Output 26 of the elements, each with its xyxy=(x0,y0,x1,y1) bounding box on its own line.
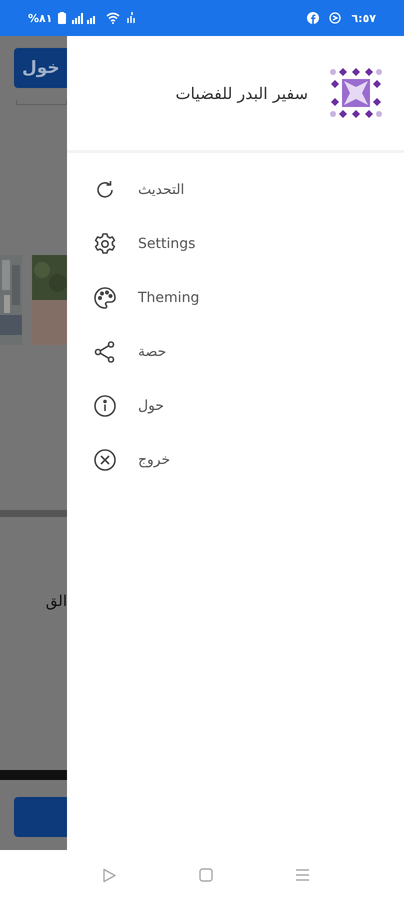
store-name: سفير البدر للفضيات xyxy=(175,84,308,102)
menu-item[interactable]: Theming xyxy=(67,271,404,325)
battery-percent: %٨١ xyxy=(28,12,52,24)
info-icon xyxy=(93,394,117,418)
menu-item[interactable]: حصة xyxy=(67,325,404,379)
back-icon[interactable] xyxy=(102,868,117,882)
menu-item[interactable]: التحديث xyxy=(67,163,404,217)
settings-icon xyxy=(93,232,117,256)
menu-item[interactable]: Settings xyxy=(67,217,404,271)
menu-item[interactable]: حول xyxy=(67,379,404,433)
wifi-icon xyxy=(106,12,120,24)
dark-bar xyxy=(0,770,67,780)
section-divider-bar xyxy=(0,510,67,517)
menu-item[interactable]: خروج xyxy=(67,433,404,487)
background-text: الق xyxy=(46,592,67,610)
facebook-icon xyxy=(307,12,320,24)
palette-icon xyxy=(93,286,117,310)
login-button[interactable]: خول xyxy=(14,48,67,88)
close-icon xyxy=(93,448,117,472)
sync-icon xyxy=(329,12,342,24)
logo-icon xyxy=(330,67,382,119)
battery-icon xyxy=(58,12,66,24)
menu-icon[interactable] xyxy=(295,868,310,882)
clock: ٦:٥٧ xyxy=(351,12,376,24)
share-icon xyxy=(93,340,117,364)
home-icon[interactable] xyxy=(199,868,213,882)
